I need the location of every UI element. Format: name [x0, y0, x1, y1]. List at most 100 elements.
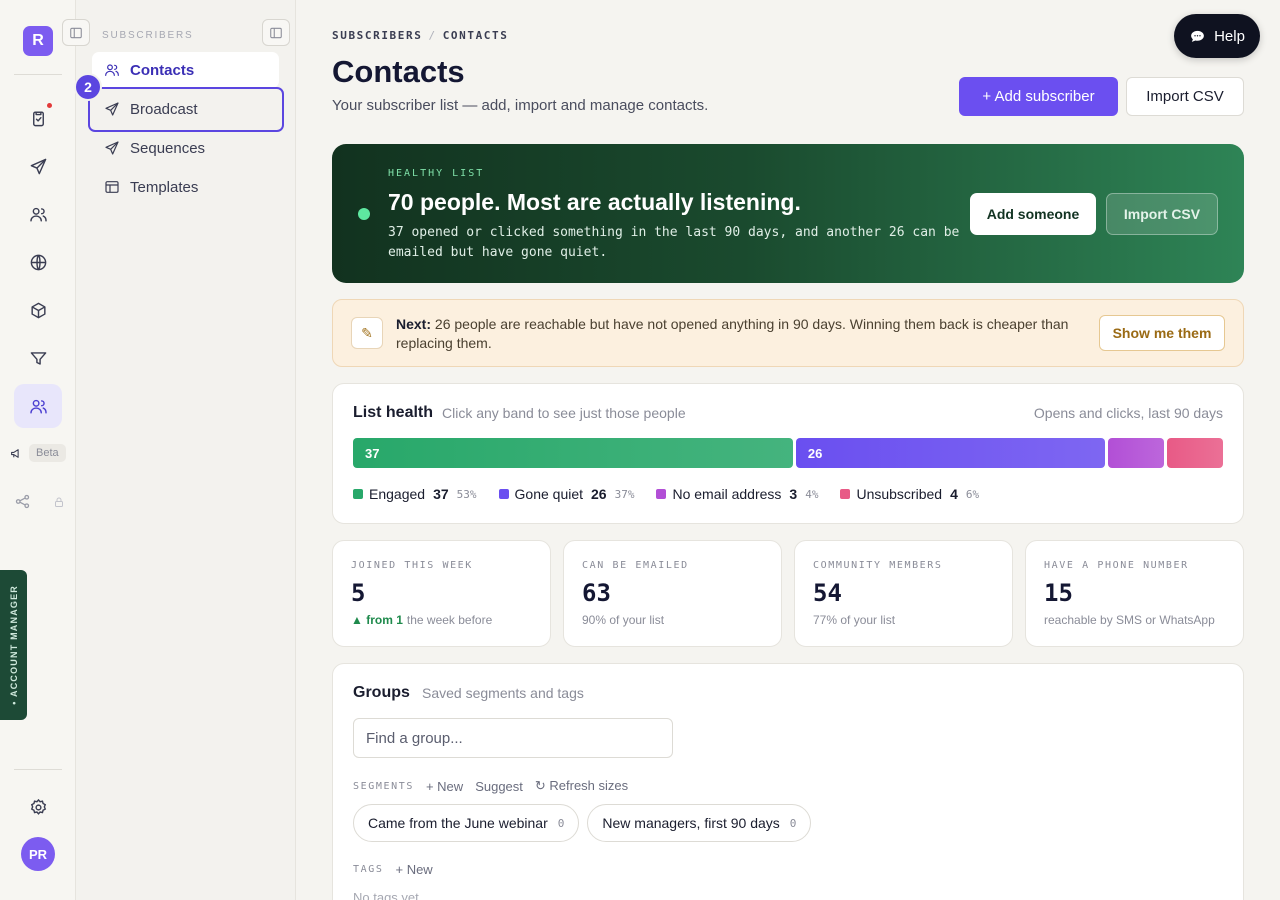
stat-value: 63	[582, 579, 611, 607]
legend-item[interactable]: Gone quiet 26 37%	[498, 486, 634, 502]
sidebar-item-templates[interactable]: Templates	[92, 169, 279, 205]
rail-announce-item[interactable]: Beta	[10, 444, 66, 462]
rail-box-button[interactable]	[14, 288, 62, 332]
clipboard-check-icon	[32, 110, 44, 126]
globe-icon	[30, 254, 46, 270]
group-search-input[interactable]	[353, 718, 673, 758]
health-band-gone-quiet[interactable]: 26	[795, 438, 1105, 468]
new-segment-button[interactable]: + New	[426, 779, 463, 794]
list-health-card: List health Click any band to see just t…	[332, 383, 1244, 524]
stat-label: COMMUNITY MEMBERS	[813, 560, 943, 571]
import-csv-button[interactable]: Import CSV	[1126, 77, 1244, 116]
stat-value: 15	[1044, 579, 1073, 607]
legend-name: Gone quiet	[514, 486, 584, 502]
sidebar-header: SUBSCRIBERS	[102, 30, 194, 41]
rail-filter-button[interactable]	[14, 336, 62, 380]
page-title: Contacts	[332, 54, 465, 89]
rail-subscribers-button[interactable]	[14, 384, 62, 428]
layout-icon	[105, 181, 119, 193]
breadcrumb-subscribers[interactable]: SUBSCRIBERS	[332, 29, 422, 42]
health-band-unsubscribed[interactable]	[1166, 438, 1223, 468]
sidebar-toggle-icon	[70, 27, 82, 38]
legend-item[interactable]: Unsubscribed 4 6%	[840, 486, 979, 502]
next-action-banner: ✎ Next: 26 people are reachable but have…	[332, 299, 1244, 367]
breadcrumb-separator: /	[428, 29, 437, 42]
user-avatar[interactable]: PR	[21, 837, 55, 871]
chat-bubble-icon	[1191, 30, 1204, 42]
sidebar-toggle-icon	[270, 27, 282, 38]
health-band-engaged[interactable]: 37	[353, 438, 793, 468]
rail-web-button[interactable]	[14, 240, 62, 284]
health-legend: Engaged 37 53% Gone quiet 26 37% No email addr…	[353, 486, 979, 502]
gear-icon	[30, 798, 46, 815]
rail-divider	[14, 74, 62, 75]
lock-icon	[55, 497, 63, 507]
list-health-title: List health	[353, 404, 434, 421]
rail-people-button[interactable]	[14, 192, 62, 236]
breadcrumb: SUBSCRIBERS / CONTACTS	[332, 29, 508, 42]
sidebar-item-label: Broadcast	[130, 100, 198, 118]
legend-swatch	[656, 489, 667, 499]
legend-count: 4	[950, 486, 958, 502]
collapse-sidebar-button[interactable]	[62, 19, 90, 46]
stat-value: 5	[351, 579, 366, 607]
sidebar-item-sequences[interactable]: Sequences	[92, 130, 279, 166]
stat-subtext: ▲ from 1 the week before	[351, 613, 492, 627]
app-logo[interactable]: R	[23, 26, 53, 56]
hero-import-csv-button[interactable]: Import CSV	[1106, 193, 1218, 235]
no-tags-message: No tags yet	[353, 890, 419, 900]
list-health-hint: Click any band to see just those people	[442, 405, 686, 421]
sidebar-item-label: Sequences	[130, 139, 206, 157]
collapse-subnav-button[interactable]	[262, 19, 290, 46]
sidebar-item-contacts[interactable]: Contacts	[92, 52, 279, 88]
segments-label: SEGMENTS	[353, 780, 414, 792]
list-health-period: Opens and clicks, last 90 days	[1033, 405, 1223, 421]
stat-caption: 77% of your list	[813, 613, 896, 627]
send-icon	[105, 102, 119, 116]
help-button[interactable]: Help	[1174, 14, 1260, 58]
segment-count: 0	[557, 816, 565, 830]
rail-settings-button[interactable]	[14, 785, 62, 829]
refresh-sizes-button[interactable]: ↻ Refresh sizes	[535, 778, 628, 794]
stat-caption: 90% of your list	[582, 613, 665, 627]
show-me-them-button[interactable]: Show me them	[1099, 315, 1225, 351]
account-manager-label: • ACCOUNT MANAGER	[8, 585, 19, 705]
beta-badge: Beta	[29, 444, 66, 462]
segment-chip[interactable]: New managers, first 90 days 0	[587, 804, 812, 842]
stat-card-emailable: CAN BE EMAILED 63 90% of your list	[563, 540, 782, 647]
rail-send-button[interactable]	[14, 144, 62, 188]
account-manager-tab[interactable]: • ACCOUNT MANAGER	[0, 570, 27, 720]
legend-count: 3	[789, 486, 798, 502]
rail-share-item[interactable]	[14, 493, 65, 510]
segment-chip[interactable]: Came from the June webinar 0	[353, 804, 580, 842]
sidebar-item-broadcast[interactable]: Broadcast	[92, 91, 279, 127]
segments-header: SEGMENTS + New Suggest ↻ Refresh sizes	[353, 778, 628, 794]
legend-swatch	[498, 489, 509, 499]
stat-caption: reachable by SMS or WhatsApp	[1044, 613, 1215, 627]
segment-name: New managers, first 90 days	[602, 815, 780, 831]
legend-name: Unsubscribed	[856, 486, 943, 502]
groups-hint: Saved segments and tags	[422, 685, 584, 701]
stat-value: 54	[813, 579, 842, 607]
add-someone-button[interactable]: Add someone	[970, 193, 1096, 235]
next-description: 26 people are reachable but have not ope…	[396, 316, 1069, 351]
legend-item[interactable]: Engaged 37 53%	[353, 486, 477, 502]
send-icon	[105, 141, 119, 155]
health-band-no-email-address[interactable]	[1107, 438, 1164, 468]
legend-swatch	[353, 489, 363, 499]
legend-count: 37	[433, 486, 449, 502]
add-subscriber-button[interactable]: + Add subscriber	[959, 77, 1118, 116]
stat-label: CAN BE EMAILED	[582, 560, 689, 571]
list-summary-hero: HEALTHY LIST 70 people. Most are actuall…	[332, 144, 1244, 283]
pencil-icon: ✎	[351, 317, 383, 349]
stat-label: HAVE A PHONE NUMBER	[1044, 560, 1189, 571]
stat-card-joined: JOINED THIS WEEK 5 ▲ from 1 the week befo…	[332, 540, 551, 647]
suggest-segment-button[interactable]: Suggest	[475, 779, 523, 794]
rail-tasks-button[interactable]	[14, 96, 62, 140]
legend-item[interactable]: No email address 3 4%	[656, 486, 818, 502]
users-icon	[105, 64, 119, 76]
new-tag-button[interactable]: + New	[395, 862, 432, 877]
page-subtitle: Your subscriber list — add, import and m…	[332, 97, 709, 114]
segment-name: Came from the June webinar	[368, 815, 548, 831]
send-icon	[30, 158, 46, 174]
